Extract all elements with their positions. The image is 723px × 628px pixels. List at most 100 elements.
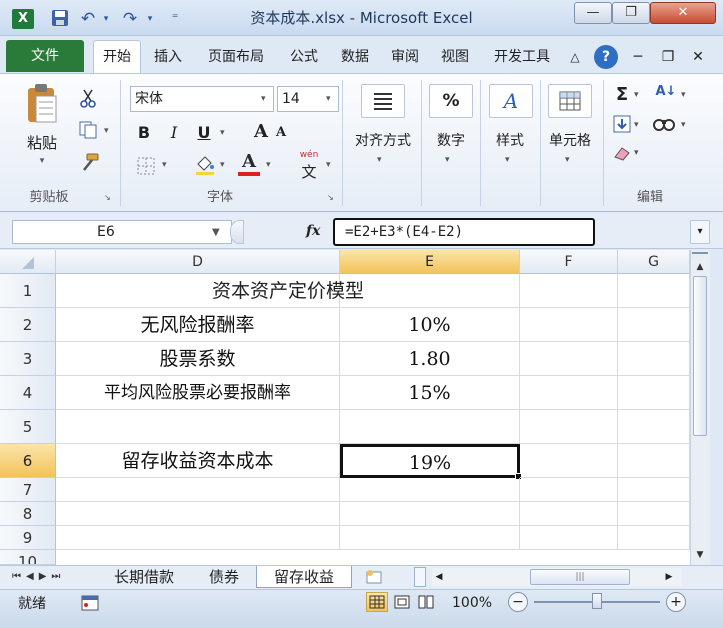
tab-page-layout[interactable]: 页面布局 bbox=[199, 43, 273, 71]
cell-d8[interactable] bbox=[56, 502, 340, 526]
sort-filter-dropdown-icon[interactable]: ▾ bbox=[681, 90, 686, 100]
normal-view-icon[interactable] bbox=[366, 592, 388, 612]
cell-f5[interactable] bbox=[520, 410, 618, 444]
cell-e8[interactable] bbox=[340, 502, 520, 526]
tab-developer[interactable]: 开发工具 bbox=[485, 43, 559, 71]
row-header[interactable]: 9 bbox=[0, 526, 56, 550]
page-layout-view-icon[interactable] bbox=[392, 593, 412, 611]
row-header[interactable]: 2 bbox=[0, 308, 56, 342]
tab-data[interactable]: 数据 bbox=[334, 43, 376, 71]
undo-dropdown-icon[interactable]: ▾ bbox=[100, 9, 112, 29]
cell-e3[interactable]: 1.80 bbox=[340, 342, 520, 376]
paste-button[interactable]: 粘贴 bbox=[20, 132, 64, 153]
number-format-icon[interactable]: % bbox=[429, 84, 473, 118]
formula-input[interactable]: =E2+E3*(E4-E2) bbox=[333, 218, 595, 246]
row-header[interactable]: 4 bbox=[0, 376, 56, 410]
minimize-button[interactable]: — bbox=[574, 2, 612, 24]
cell-e9[interactable] bbox=[340, 526, 520, 550]
underline-button[interactable]: U bbox=[194, 123, 214, 142]
styles-icon[interactable]: A bbox=[489, 84, 533, 118]
name-box-dropdown-icon[interactable]: ▼ bbox=[212, 227, 220, 238]
cell-f8[interactable] bbox=[520, 502, 618, 526]
cell-e6-active[interactable]: 19% bbox=[340, 444, 520, 478]
find-select-dropdown-icon[interactable]: ▾ bbox=[681, 120, 686, 130]
paste-dropdown-icon[interactable]: ▾ bbox=[36, 156, 48, 166]
clear-dropdown-icon[interactable]: ▾ bbox=[634, 148, 639, 158]
help-icon[interactable]: ? bbox=[594, 45, 618, 69]
autosum-icon[interactable]: Σ bbox=[612, 84, 632, 105]
phonetic-icon[interactable]: wén bbox=[296, 150, 322, 160]
cell-g1[interactable] bbox=[618, 274, 690, 308]
fill-icon[interactable] bbox=[612, 114, 632, 134]
styles-dropdown-icon[interactable]: ▾ bbox=[505, 155, 510, 165]
cut-icon[interactable] bbox=[78, 88, 98, 108]
shrink-font-button[interactable]: A bbox=[274, 125, 288, 140]
cell-f7[interactable] bbox=[520, 478, 618, 502]
save-icon[interactable] bbox=[50, 9, 70, 29]
cell-g4[interactable] bbox=[618, 376, 690, 410]
tab-home[interactable]: 开始 bbox=[93, 40, 141, 74]
workbook-close-icon[interactable]: ✕ bbox=[688, 43, 708, 71]
scroll-down-icon[interactable]: ▼ bbox=[692, 548, 708, 562]
font-name-select[interactable]: 宋体 bbox=[130, 86, 274, 112]
excel-app-icon[interactable]: X bbox=[12, 9, 34, 29]
close-button[interactable]: ✕ bbox=[650, 2, 716, 24]
clear-icon[interactable] bbox=[612, 144, 632, 162]
horizontal-scroll-thumb[interactable]: ||| bbox=[530, 569, 630, 585]
row-header[interactable]: 3 bbox=[0, 342, 56, 376]
expand-formula-icon[interactable]: ▾ bbox=[690, 220, 710, 244]
macro-record-icon[interactable] bbox=[80, 594, 100, 612]
format-painter-icon[interactable] bbox=[78, 152, 100, 174]
underline-dropdown-icon[interactable]: ▾ bbox=[220, 128, 225, 138]
zoom-out-icon[interactable]: − bbox=[508, 592, 528, 612]
fill-color-icon[interactable] bbox=[194, 154, 216, 176]
insert-sheet-icon[interactable] bbox=[364, 568, 384, 586]
scroll-up-icon[interactable]: ▲ bbox=[692, 260, 708, 274]
font-launcher-icon[interactable]: ↘ bbox=[327, 193, 334, 202]
cell-e7[interactable] bbox=[340, 478, 520, 502]
autosum-dropdown-icon[interactable]: ▾ bbox=[634, 90, 639, 100]
sheet-tab-bonds[interactable]: 债券 bbox=[196, 566, 252, 588]
customize-qat-icon[interactable]: ⁼ bbox=[166, 9, 184, 29]
cell-g2[interactable] bbox=[618, 308, 690, 342]
collapse-ribbon-icon[interactable]: △ bbox=[566, 43, 584, 71]
cell-g7[interactable] bbox=[618, 478, 690, 502]
cell-g5[interactable] bbox=[618, 410, 690, 444]
column-header-g[interactable]: G bbox=[618, 250, 690, 274]
fill-color-dropdown-icon[interactable]: ▾ bbox=[220, 160, 225, 170]
cell-d4[interactable]: 平均风险股票必要报酬率 bbox=[56, 376, 340, 410]
cell-f9[interactable] bbox=[520, 526, 618, 550]
cell-f3[interactable] bbox=[520, 342, 618, 376]
column-header-f[interactable]: F bbox=[520, 250, 618, 274]
cell-f4[interactable] bbox=[520, 376, 618, 410]
cell-f6[interactable] bbox=[520, 444, 618, 478]
page-break-view-icon[interactable] bbox=[416, 593, 436, 611]
number-button[interactable]: 数字 bbox=[426, 130, 476, 150]
tab-review[interactable]: 审阅 bbox=[384, 43, 426, 71]
clipboard-launcher-icon[interactable]: ↘ bbox=[104, 193, 111, 202]
cells-dropdown-icon[interactable]: ▾ bbox=[565, 155, 570, 165]
alignment-dropdown-icon[interactable]: ▾ bbox=[377, 155, 382, 165]
split-box[interactable] bbox=[692, 252, 708, 258]
insert-function-icon[interactable]: fx bbox=[306, 220, 330, 242]
cell-d7[interactable] bbox=[56, 478, 340, 502]
cell-e2[interactable]: 10% bbox=[340, 308, 520, 342]
italic-button[interactable]: I bbox=[164, 123, 184, 142]
font-color-dropdown-icon[interactable]: ▾ bbox=[266, 160, 271, 170]
phonetic-dropdown-icon[interactable]: ▾ bbox=[326, 160, 331, 170]
tab-formulas[interactable]: 公式 bbox=[283, 43, 325, 71]
cell-d9[interactable] bbox=[56, 526, 340, 550]
vertical-scroll-thumb[interactable] bbox=[693, 276, 707, 436]
workbook-restore-icon[interactable]: ❐ bbox=[658, 43, 678, 71]
row-header[interactable]: 8 bbox=[0, 502, 56, 526]
column-header-d[interactable]: D bbox=[56, 250, 340, 274]
paste-icon[interactable] bbox=[22, 82, 62, 126]
tab-file[interactable]: 文件 bbox=[6, 40, 84, 72]
tab-insert[interactable]: 插入 bbox=[147, 43, 189, 71]
styles-button[interactable]: 样式 bbox=[485, 130, 535, 150]
alignment-icon[interactable] bbox=[361, 84, 405, 118]
cells-button[interactable]: 单元格 bbox=[540, 130, 600, 150]
cell-d3[interactable]: 股票系数 bbox=[56, 342, 340, 376]
number-dropdown-icon[interactable]: ▾ bbox=[445, 155, 450, 165]
sheet-tab-long-term-loans[interactable]: 长期借款 bbox=[100, 566, 188, 588]
